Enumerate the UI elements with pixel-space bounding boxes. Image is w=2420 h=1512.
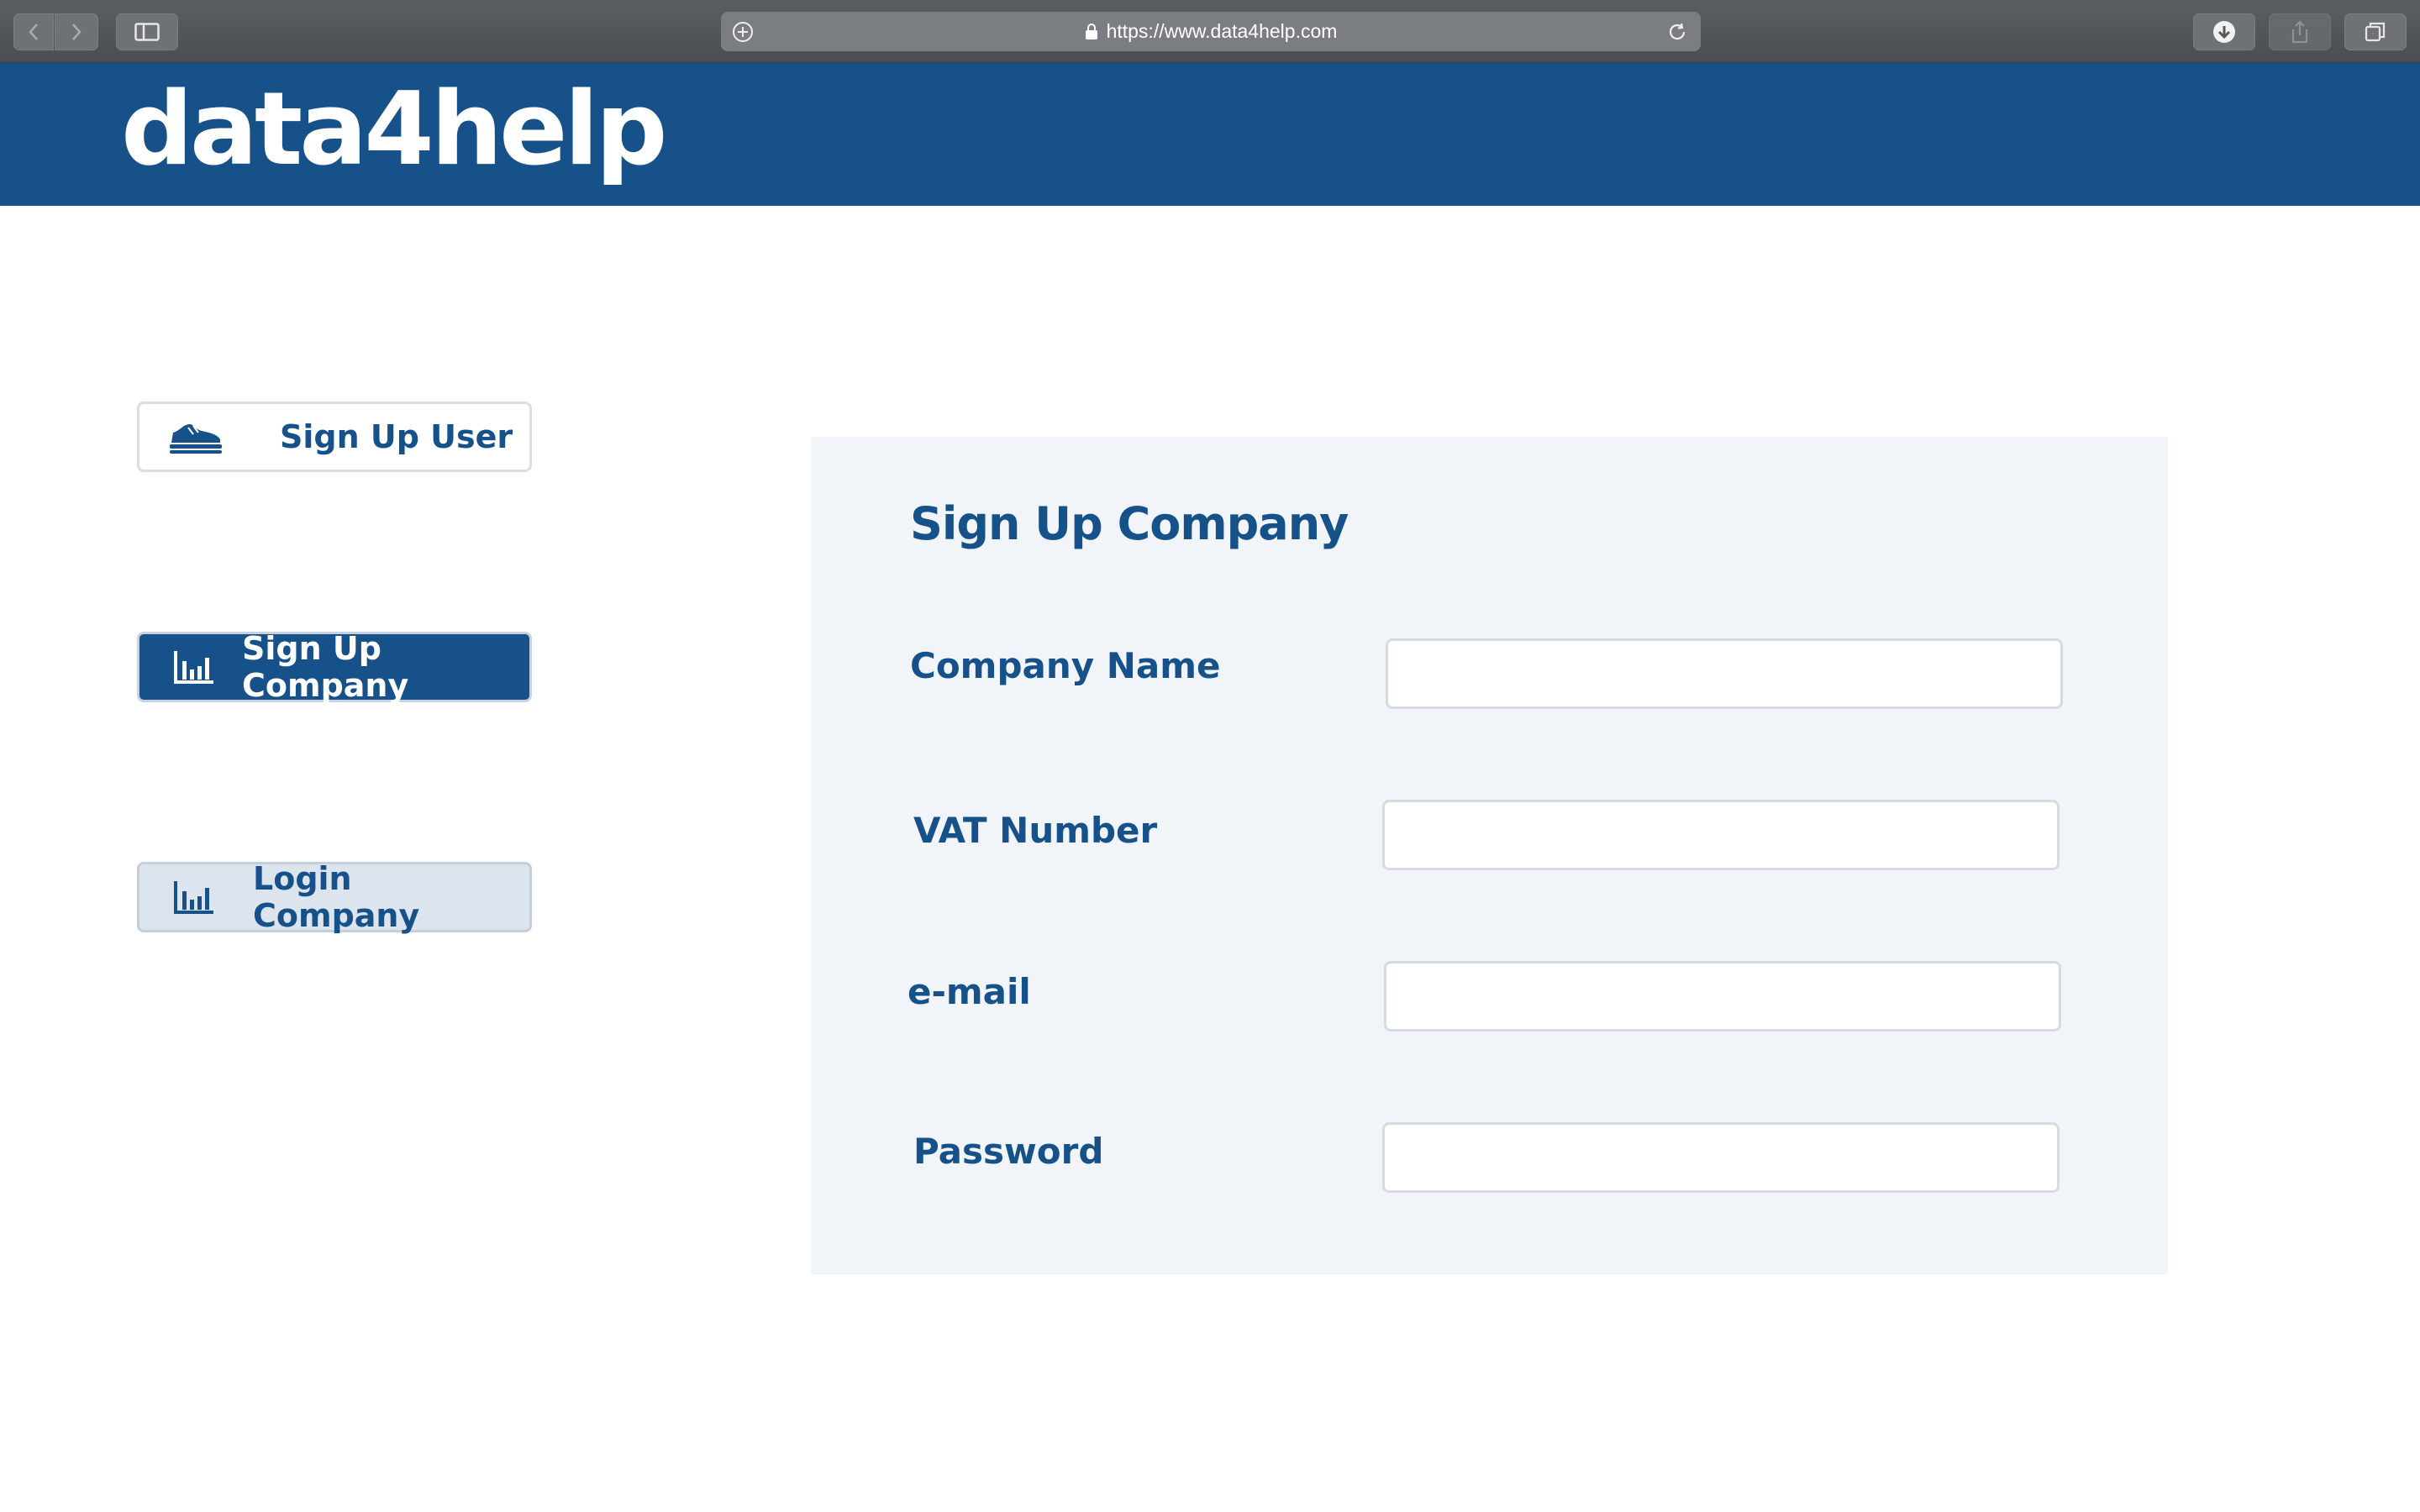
reload-icon[interactable]	[1664, 18, 1691, 45]
login-company-label: Login Company	[253, 860, 420, 934]
brand-logo[interactable]: data4help	[121, 71, 668, 189]
sign-up-company-label: Sign Up Company	[242, 630, 409, 704]
company-name-input[interactable]	[1386, 638, 2063, 709]
vat-number-input[interactable]	[1382, 800, 2060, 870]
address-bar[interactable]: https://www.data4help.com	[721, 12, 1701, 51]
bar-chart-icon	[173, 879, 215, 915]
sign-up-user-label: Sign Up User	[280, 418, 513, 455]
sign-up-company-button[interactable]: Sign Up Company	[137, 630, 532, 704]
back-button[interactable]	[13, 13, 54, 50]
add-tab-icon[interactable]	[729, 18, 756, 45]
downloads-button[interactable]	[2193, 13, 2255, 50]
sneaker-icon	[168, 419, 225, 458]
form-title: Sign Up Company	[910, 497, 1349, 550]
download-icon	[2213, 21, 2235, 43]
chevron-right-icon	[72, 24, 82, 40]
url-text: https://www.data4help.com	[1106, 20, 1338, 42]
sidebar-icon	[134, 23, 160, 41]
password-label: Password	[913, 1131, 1104, 1172]
bar-chart-icon	[173, 649, 215, 685]
lock-icon	[1085, 23, 1097, 39]
share-icon	[2291, 20, 2308, 44]
sidebar-toggle-button[interactable]	[116, 13, 178, 50]
site-header: data4help	[0, 63, 2420, 206]
browser-toolbar: https://www.data4help.com	[0, 0, 2420, 63]
password-input[interactable]	[1382, 1122, 2060, 1193]
share-button[interactable]	[2269, 13, 2331, 50]
chevron-left-icon	[29, 24, 38, 40]
vat-number-label: VAT Number	[913, 810, 1158, 851]
sign-up-user-button[interactable]: Sign Up User	[137, 402, 532, 472]
show-tabs-button[interactable]	[2344, 13, 2407, 50]
forward-button[interactable]	[55, 13, 98, 50]
email-label: e-mail	[908, 971, 1031, 1012]
tabs-icon	[2365, 22, 2386, 42]
login-company-button[interactable]: Login Company	[137, 860, 532, 934]
company-name-label: Company Name	[910, 645, 1221, 686]
sign-up-company-form: Sign Up Company Company Name VAT Number …	[811, 437, 2168, 1274]
email-input[interactable]	[1384, 961, 2061, 1032]
